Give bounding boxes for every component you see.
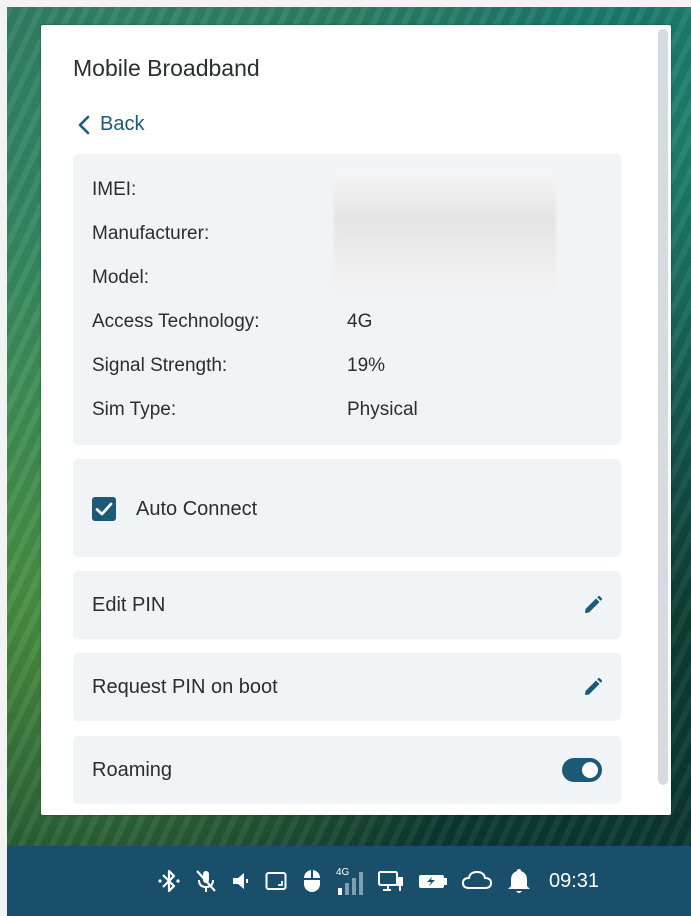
access-technology-label: Access Technology: — [92, 311, 260, 332]
volume-icon[interactable] — [231, 868, 251, 894]
auto-connect-card: Auto Connect — [73, 459, 621, 557]
redacted-device-details — [334, 170, 556, 294]
notification-bell-icon[interactable] — [506, 867, 532, 895]
roaming-label: Roaming — [92, 759, 173, 781]
display-network-icon[interactable] — [377, 868, 405, 894]
bluetooth-icon[interactable] — [157, 868, 181, 894]
edit-pin-label: Edit PIN — [92, 594, 166, 616]
chevron-left-icon — [78, 115, 90, 134]
signal-strength-label: Signal Strength: — [92, 355, 228, 376]
access-technology-value: 4G — [347, 311, 373, 332]
roaming-toggle[interactable] — [562, 758, 602, 782]
system-tray: 4G 09:31 — [157, 866, 599, 896]
manufacturer-label: Manufacturer: — [92, 223, 210, 244]
network-badge: 4G — [336, 867, 350, 878]
model-label: Model: — [92, 267, 150, 288]
back-label: Back — [100, 113, 145, 135]
auto-connect-checkbox[interactable] — [92, 497, 116, 521]
page-title: Mobile Broadband — [73, 55, 260, 81]
signal-icon[interactable]: 4G — [336, 866, 364, 896]
scrollbar[interactable] — [658, 29, 668, 785]
edit-pin-row[interactable]: Edit PIN — [73, 571, 621, 639]
checkmark-icon — [95, 502, 113, 516]
auto-connect-label: Auto Connect — [136, 498, 258, 520]
request-pin-label: Request PIN on boot — [92, 676, 278, 698]
mic-muted-icon[interactable] — [194, 868, 218, 894]
screen-icon[interactable] — [264, 868, 288, 894]
imei-label: IMEI: — [92, 179, 137, 200]
sim-type-label: Sim Type: — [92, 399, 177, 420]
sim-type-value: Physical — [347, 399, 418, 420]
toggle-knob — [582, 762, 598, 778]
clock[interactable]: 09:31 — [549, 870, 599, 893]
request-pin-row[interactable]: Request PIN on boot — [73, 653, 621, 721]
taskbar: 4G 09:31 — [7, 846, 691, 916]
battery-icon[interactable] — [418, 868, 448, 894]
mobile-broadband-panel: Mobile Broadband Back IMEI: Manufacturer… — [41, 25, 671, 815]
back-button[interactable]: Back — [78, 113, 144, 136]
signal-strength-value: 19% — [347, 355, 386, 376]
edit-pin-pencil-icon[interactable] — [583, 595, 603, 615]
mouse-icon[interactable] — [301, 868, 323, 894]
request-pin-pencil-icon[interactable] — [583, 677, 603, 697]
device-info-card: IMEI: Manufacturer: Model: Access Techno… — [73, 154, 621, 445]
cloud-icon[interactable] — [461, 868, 493, 894]
roaming-row: Roaming — [73, 736, 621, 804]
